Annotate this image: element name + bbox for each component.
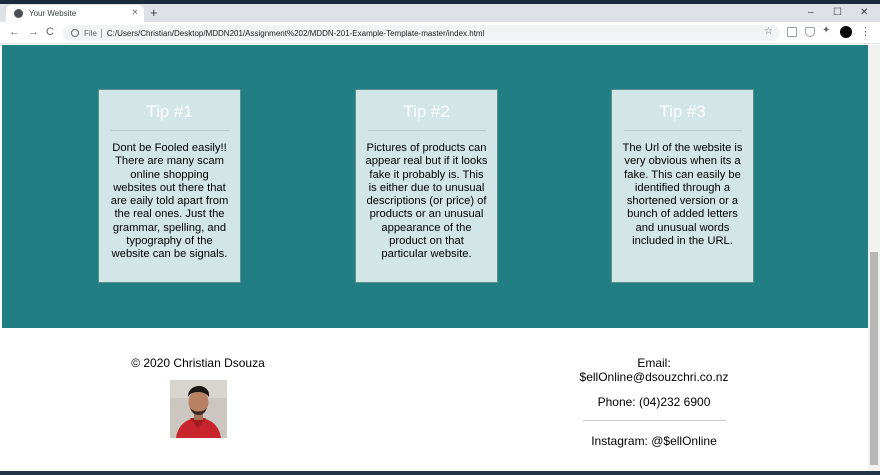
url-text[interactable]: C:/Users/Christian/Desktop/MDDN201/Assig…: [107, 29, 484, 38]
forward-arrow-icon[interactable]: →: [28, 26, 39, 38]
minimize-button[interactable]: –: [808, 7, 814, 18]
scrollbar-thumb[interactable]: [870, 252, 878, 465]
author-photo: [170, 380, 227, 438]
tip-body: The Url of the website is very obvious w…: [622, 142, 743, 248]
tip-card-2: Tip #2 Pictures of products can appear r…: [355, 89, 498, 283]
menu-dots-icon[interactable]: ⋮: [860, 25, 871, 38]
reload-icon[interactable]: C: [46, 26, 54, 38]
copyright-text: © 2020 Christian Dsouza: [131, 356, 265, 370]
phone-text: Phone: (04)232 6900: [597, 395, 711, 409]
reader-extension-icon[interactable]: [787, 27, 797, 37]
info-icon[interactable]: [71, 29, 79, 37]
tip-divider: [623, 130, 742, 131]
back-arrow-icon[interactable]: ←: [9, 26, 20, 38]
address-bar[interactable]: File C:/Users/Christian/Desktop/MDDN201/…: [63, 25, 780, 41]
shield-extension-icon[interactable]: [805, 27, 815, 37]
tips-section: Tip #1 Dont be Fooled easily!! There are…: [2, 45, 868, 328]
browser-window: Your Website × + – ☐ ✕ ← → C File C:/Use…: [0, 0, 880, 475]
email-link[interactable]: $ellOnline@dsouzchri.co.nz: [570, 370, 738, 384]
plus-icon[interactable]: +: [150, 6, 158, 20]
contact-info: Email: $ellOnline@dsouzchri.co.nz Phone:…: [570, 356, 738, 448]
browser-toolbar: ← → C File C:/Users/Christian/Desktop/MD…: [0, 22, 880, 44]
contact-divider: [582, 420, 726, 421]
tip-divider: [367, 130, 486, 131]
profile-avatar-icon[interactable]: [840, 26, 852, 38]
page-viewport: Tip #1 Dont be Fooled easily!! There are…: [0, 45, 868, 475]
tip-divider: [110, 130, 229, 131]
footer: © 2020 Christian Dsouza Email: $ellOnlin…: [0, 328, 868, 475]
vertical-scrollbar[interactable]: [868, 45, 880, 475]
address-separator: [100, 28, 102, 38]
tip-body: Dont be Fooled easily!! There are many s…: [110, 142, 229, 261]
tab-your-website[interactable]: Your Website ×: [6, 5, 144, 22]
globe-favicon-icon: [14, 9, 23, 18]
tip-card-3: Tip #3 The Url of the website is very ob…: [611, 89, 754, 283]
star-icon[interactable]: ☆: [764, 26, 773, 37]
extension-icon[interactable]: ✦: [822, 25, 832, 36]
window-close-button[interactable]: ✕: [860, 7, 868, 18]
taskbar-strip: [0, 471, 880, 475]
tip-body: Pictures of products can appear real but…: [365, 142, 488, 261]
maximize-button[interactable]: ☐: [833, 7, 842, 18]
tab-title: Your Website: [29, 9, 77, 18]
tip-title: Tip #1: [146, 102, 193, 121]
author-photo-image: [170, 380, 227, 438]
tab-bar: Your Website × + – ☐ ✕: [0, 4, 880, 22]
tip-title: Tip #3: [659, 102, 706, 121]
email-label: Email:: [637, 356, 671, 370]
file-label: File: [84, 28, 97, 38]
close-icon[interactable]: ×: [132, 7, 138, 18]
tip-title: Tip #2: [403, 102, 450, 121]
instagram-text: Instagram: @$ellOnline: [591, 434, 717, 448]
tip-card-1: Tip #1 Dont be Fooled easily!! There are…: [98, 89, 241, 283]
